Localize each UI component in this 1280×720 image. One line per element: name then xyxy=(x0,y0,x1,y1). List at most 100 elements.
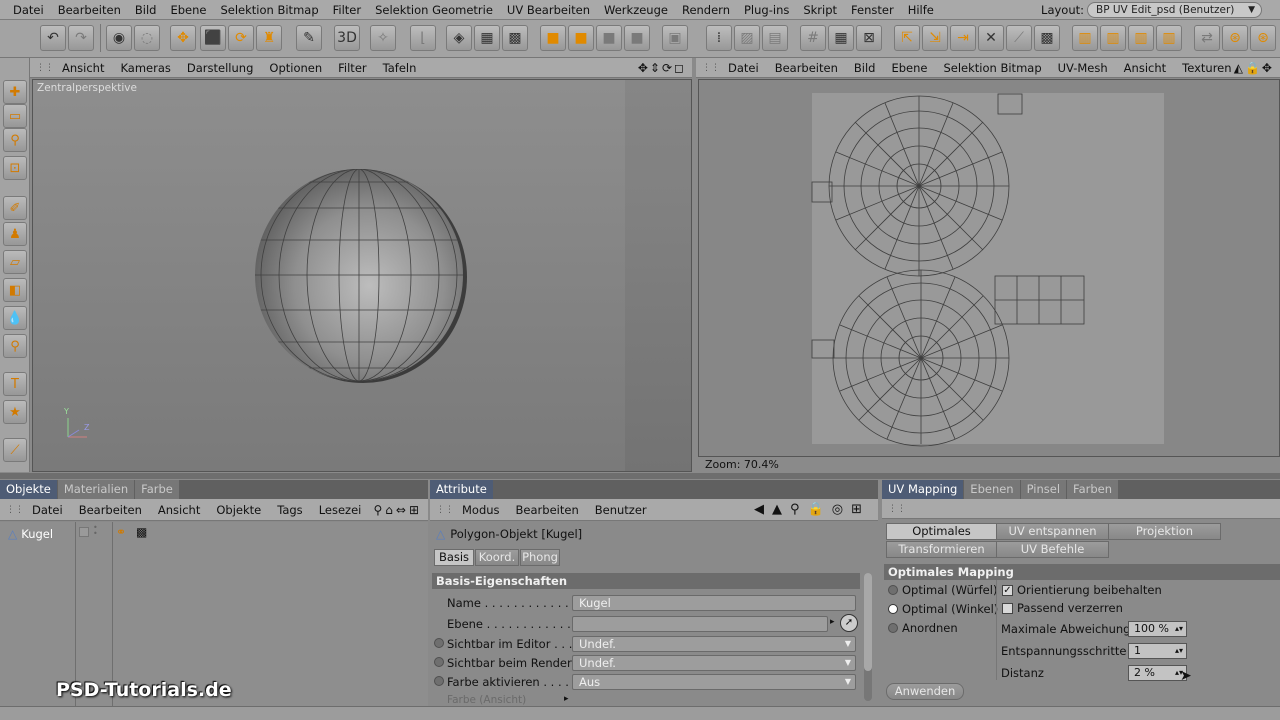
redo-icon[interactable]: ↷ xyxy=(68,25,94,51)
uv-befehle-button[interactable]: UV Befehle xyxy=(996,541,1109,558)
uv-point-icon[interactable]: ⁞ xyxy=(706,25,732,51)
gradient-icon[interactable]: ◧ xyxy=(3,278,27,302)
panel-divider[interactable] xyxy=(0,473,1280,479)
star-shape-icon[interactable]: ★ xyxy=(3,400,27,424)
transform-icon[interactable]: ♜ xyxy=(256,25,282,51)
3d-viewport[interactable]: Zentralperspektive Y Z xyxy=(32,79,692,472)
tab-farbe[interactable]: Farbe xyxy=(135,480,179,499)
uv-canvas[interactable] xyxy=(698,79,1280,457)
uv-grid-close-icon[interactable]: ⊠ xyxy=(856,25,882,51)
texture-tag-icon[interactable]: ▩ xyxy=(136,525,147,539)
menu-bild[interactable]: Bild xyxy=(128,0,164,20)
vp-menu-filter[interactable]: Filter xyxy=(330,58,374,78)
vp-menu-kameras[interactable]: Kameras xyxy=(112,58,178,78)
selection-icon[interactable]: ◌ xyxy=(134,25,160,51)
chevron-right-icon[interactable]: ▸ xyxy=(564,694,569,704)
menu-rendern[interactable]: Rendern xyxy=(675,0,737,20)
uv-swap-icon[interactable]: ⇄ xyxy=(1194,25,1220,51)
scale-icon[interactable]: ⬛ xyxy=(200,25,226,51)
list-item[interactable]: △ Kugel xyxy=(8,526,53,542)
obj-menu-datei[interactable]: Datei xyxy=(24,500,71,520)
uv-entspannen-button[interactable]: UV entspannen xyxy=(996,523,1109,540)
checker-cube-icon[interactable]: ▦ xyxy=(474,25,500,51)
render-select[interactable]: Undef. ▼ xyxy=(572,655,856,671)
rect-select-icon[interactable]: ▭ xyxy=(3,104,27,128)
layer-toggle[interactable] xyxy=(79,527,89,537)
optimales-mapping-button[interactable]: Optimales Mapping xyxy=(886,523,997,553)
radio-anordnen[interactable] xyxy=(888,623,898,633)
projection-icon[interactable]: ⌊ xyxy=(410,25,436,51)
radio-optimal-winkel[interactable] xyxy=(888,604,898,614)
menu-selektion-bitmap[interactable]: Selektion Bitmap xyxy=(213,0,325,20)
text-icon[interactable]: T xyxy=(3,372,27,396)
checker-cube-2-icon[interactable]: ▩ xyxy=(502,25,528,51)
menu-fenster[interactable]: Fenster xyxy=(844,0,901,20)
uv-diagonal-icon[interactable]: ⟋ xyxy=(1006,25,1032,51)
stepper-icon[interactable]: ▴▾ xyxy=(1175,622,1183,636)
tab-uv-mapping[interactable]: UV Mapping xyxy=(882,480,964,499)
menu-skript[interactable]: Skript xyxy=(796,0,844,20)
ebene-field[interactable] xyxy=(572,616,828,632)
uv-distribute-2-icon[interactable]: ▥ xyxy=(1100,25,1126,51)
tab-materialien[interactable]: Materialien xyxy=(57,480,135,499)
menu-hilfe[interactable]: Hilfe xyxy=(901,0,941,20)
uv-edge-icon[interactable]: ▨ xyxy=(734,25,760,51)
attr-menu-bearbeiten[interactable]: Bearbeiten xyxy=(508,500,587,520)
attr-menu-benutzer[interactable]: Benutzer xyxy=(587,500,655,520)
live-selection-icon[interactable]: ◉ xyxy=(106,25,132,51)
eraser-icon[interactable]: ▱ xyxy=(3,250,27,274)
farbe-select[interactable]: Aus ▼ xyxy=(572,674,856,690)
menu-selektion-geometrie[interactable]: Selektion Geometrie xyxy=(368,0,500,20)
cube-mode-3-icon[interactable]: ■ xyxy=(596,25,622,51)
obj-menu-tags[interactable]: Tags xyxy=(269,500,310,520)
render-anim-dot[interactable] xyxy=(434,657,444,667)
add-point-icon[interactable]: ✚ xyxy=(3,80,27,104)
uv-align-3-icon[interactable]: ⇥ xyxy=(950,25,976,51)
obj-menu-ansicht[interactable]: Ansicht xyxy=(150,500,208,520)
menu-plug-ins[interactable]: Plug-ins xyxy=(737,0,796,20)
menu-datei[interactable]: Datei xyxy=(6,0,51,20)
uvw-tag-icon[interactable]: ⚭ xyxy=(116,525,126,539)
cube-mode-4-icon[interactable]: ■ xyxy=(624,25,650,51)
stamp-icon[interactable]: ♟ xyxy=(3,222,27,246)
menu-werkzeuge[interactable]: Werkzeuge xyxy=(597,0,675,20)
uv-distribute-3-icon[interactable]: ▥ xyxy=(1128,25,1154,51)
radio-optimal-wuerfel[interactable] xyxy=(888,585,898,595)
tab-objekte[interactable]: Objekte xyxy=(0,480,57,499)
subtab-phong[interactable]: Phong xyxy=(520,549,560,566)
uv-nav-icons[interactable]: ◭🔒✥ xyxy=(1234,61,1274,75)
uv-menu-ebene[interactable]: Ebene xyxy=(883,58,935,78)
uv-grid-icon[interactable]: # xyxy=(800,25,826,51)
uv-menu-texturen[interactable]: Texturen xyxy=(1174,58,1239,78)
vp-menu-tafeln[interactable]: Tafeln xyxy=(375,58,425,78)
uv-pattern-1-icon[interactable]: ⊛ xyxy=(1222,25,1248,51)
uv-menu-uv-mesh[interactable]: UV-Mesh xyxy=(1050,58,1116,78)
uv-menu-bearbeiten[interactable]: Bearbeiten xyxy=(767,58,846,78)
scrollbar-track[interactable] xyxy=(864,573,872,701)
uv-checker-icon[interactable]: ▩ xyxy=(1034,25,1060,51)
uv-menu-selektion-bitmap[interactable]: Selektion Bitmap xyxy=(935,58,1049,78)
uv-menu-datei[interactable]: Datei xyxy=(720,58,767,78)
attr-nav-icons[interactable]: ◀▲⚲🔒◎⊞ xyxy=(754,502,870,517)
menu-bearbeiten[interactable]: Bearbeiten xyxy=(51,0,128,20)
uv-points-icon[interactable]: ⊡ xyxy=(3,156,27,180)
tab-attribute[interactable]: Attribute xyxy=(430,480,493,499)
eyedropper-icon[interactable]: ⟋ xyxy=(3,438,27,462)
uv-pattern-2-icon[interactable]: ⊛ xyxy=(1250,25,1276,51)
magic-brush-icon[interactable]: ✧ xyxy=(370,25,396,51)
subtab-koord[interactable]: Koord. xyxy=(475,549,519,566)
cube-mode-1-icon[interactable]: ■ xyxy=(540,25,566,51)
search-icon[interactable]: ⚲⌂⇔⊞ xyxy=(373,503,422,517)
obj-menu-bearbeiten[interactable]: Bearbeiten xyxy=(71,500,150,520)
passend-checkbox[interactable] xyxy=(1002,603,1013,614)
uv-grid-2-icon[interactable]: ▦ xyxy=(828,25,854,51)
transformieren-button[interactable]: Transformieren xyxy=(886,541,997,558)
vp-menu-darstellung[interactable]: Darstellung xyxy=(179,58,261,78)
magic-wand-icon[interactable]: ⚲ xyxy=(3,128,27,152)
uv-align-2-icon[interactable]: ⇲ xyxy=(922,25,948,51)
uv-poly-icon[interactable]: ▤ xyxy=(762,25,788,51)
texture-cube-icon[interactable]: ◈ xyxy=(446,25,472,51)
undo-icon[interactable]: ↶ xyxy=(40,25,66,51)
menu-ebene[interactable]: Ebene xyxy=(163,0,213,20)
pick-cursor-icon[interactable]: ➚ xyxy=(840,614,858,632)
